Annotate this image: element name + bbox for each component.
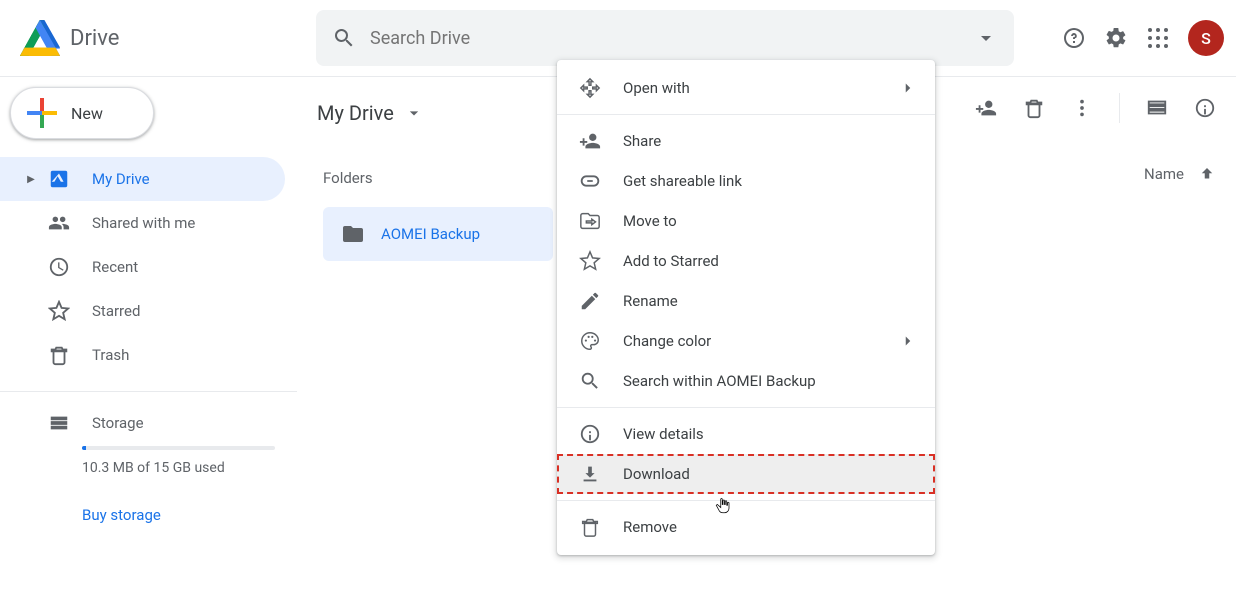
menu-view-details[interactable]: View details	[557, 414, 935, 454]
menu-label: Move to	[623, 212, 677, 230]
plus-icon	[27, 98, 57, 128]
search-options-dropdown-icon[interactable]	[974, 26, 998, 50]
header-actions: S	[1062, 20, 1224, 56]
menu-search-within[interactable]: Search within AOMEI Backup	[557, 361, 935, 401]
nav-label: Starred	[92, 302, 140, 320]
delete-icon[interactable]	[1023, 97, 1045, 119]
menu-label: Rename	[623, 292, 678, 310]
menu-get-shareable-link[interactable]: Get shareable link	[557, 161, 935, 201]
info-outline-icon	[579, 423, 601, 445]
storage-label: Storage	[92, 414, 144, 432]
info-icon[interactable]	[1194, 97, 1216, 119]
clock-icon	[48, 256, 70, 278]
open-with-icon	[579, 77, 601, 99]
menu-label: Open with	[623, 79, 690, 97]
nav-label: Shared with me	[92, 214, 195, 232]
people-icon	[48, 212, 70, 234]
menu-label: Get shareable link	[623, 172, 742, 190]
trash-icon	[48, 344, 70, 366]
menu-remove[interactable]: Remove	[557, 507, 935, 547]
storage-section: Storage 10.3 MB of 15 GB used Buy storag…	[0, 391, 297, 524]
menu-add-to-starred[interactable]: Add to Starred	[557, 241, 935, 281]
sort-label: Name	[1144, 165, 1184, 183]
menu-label: Download	[623, 465, 690, 483]
mouse-cursor-icon	[714, 495, 732, 517]
menu-move-to[interactable]: Move to	[557, 201, 935, 241]
product-name: Drive	[70, 26, 119, 51]
menu-divider	[557, 407, 935, 408]
account-avatar[interactable]: S	[1188, 20, 1224, 56]
new-button[interactable]: New	[10, 87, 154, 139]
share-person-icon[interactable]	[975, 97, 997, 119]
download-icon	[579, 463, 601, 485]
nav-trash[interactable]: Trash	[0, 333, 285, 377]
star-outline-icon	[579, 250, 601, 272]
menu-divider	[557, 114, 935, 115]
sidebar: New ▶ My Drive Shared with me Recent S	[0, 77, 297, 524]
new-button-label: New	[71, 104, 103, 123]
nav-my-drive[interactable]: ▶ My Drive	[0, 157, 285, 201]
nav-label: My Drive	[92, 170, 150, 188]
arrow-up-icon	[1198, 165, 1216, 183]
menu-label: View details	[623, 425, 704, 443]
pencil-icon	[579, 290, 601, 312]
buy-storage-link[interactable]: Buy storage	[82, 506, 297, 524]
nav-shared-with-me[interactable]: Shared with me	[0, 201, 285, 245]
settings-gear-icon[interactable]	[1104, 26, 1128, 50]
menu-rename[interactable]: Rename	[557, 281, 935, 321]
menu-label: Remove	[623, 518, 677, 536]
nav-starred[interactable]: Starred	[0, 289, 285, 333]
menu-share[interactable]: Share	[557, 121, 935, 161]
menu-open-with[interactable]: Open with	[557, 68, 935, 108]
apps-grid-icon[interactable]	[1146, 26, 1170, 50]
folder-card-aomei-backup[interactable]: AOMEI Backup	[323, 207, 553, 261]
star-icon	[48, 300, 70, 322]
drive-icon	[48, 168, 70, 190]
chevron-right-icon	[899, 79, 917, 97]
chevron-right-icon	[899, 332, 917, 350]
link-icon	[579, 170, 601, 192]
menu-label: Add to Starred	[623, 252, 719, 270]
person-add-icon	[579, 130, 601, 152]
more-vert-icon[interactable]	[1071, 97, 1093, 119]
toolbar-separator	[1119, 93, 1120, 123]
breadcrumb-dropdown-icon[interactable]	[404, 103, 424, 123]
storage-used-text: 10.3 MB of 15 GB used	[82, 460, 297, 476]
view-list-icon[interactable]	[1146, 97, 1168, 119]
help-icon[interactable]	[1062, 26, 1086, 50]
trash-outline-icon	[579, 516, 601, 538]
palette-icon	[579, 330, 601, 352]
search-bar[interactable]	[316, 10, 1014, 66]
item-toolbar	[975, 93, 1216, 123]
menu-change-color[interactable]: Change color	[557, 321, 935, 361]
nav-list: ▶ My Drive Shared with me Recent Starred	[0, 157, 297, 377]
nav-recent[interactable]: Recent	[0, 245, 285, 289]
breadcrumb-label: My Drive	[317, 101, 394, 125]
menu-label: Search within AOMEI Backup	[623, 372, 816, 390]
menu-label: Share	[623, 132, 661, 150]
menu-divider	[557, 500, 935, 501]
storage-icon	[48, 412, 70, 434]
logo-area[interactable]: Drive	[20, 20, 316, 56]
menu-label: Change color	[623, 332, 711, 350]
nav-storage[interactable]: Storage	[0, 412, 297, 434]
sort-control[interactable]: Name	[1144, 165, 1216, 183]
nav-label: Trash	[92, 346, 129, 364]
folder-icon	[341, 222, 365, 246]
menu-download[interactable]: Download	[557, 454, 935, 494]
nav-label: Recent	[92, 258, 138, 276]
search-input[interactable]	[370, 28, 966, 49]
folder-name: AOMEI Backup	[381, 225, 480, 243]
expand-triangle-icon[interactable]: ▶	[26, 174, 36, 185]
drive-logo-icon	[20, 20, 60, 56]
context-menu: Open with Share Get shareable link Move …	[557, 60, 935, 555]
search-icon	[332, 26, 356, 50]
move-to-icon	[579, 210, 601, 232]
storage-bar	[82, 446, 275, 450]
search-icon	[579, 370, 601, 392]
